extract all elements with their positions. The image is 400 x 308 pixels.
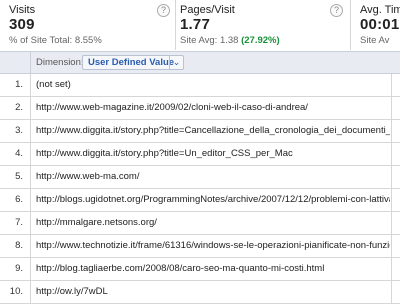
divider [391,189,392,211]
divider [391,97,392,119]
metric-avg-time: Avg. Tim 00:01 Site Av [351,0,400,50]
divider [30,52,31,73]
row-number: 1. [0,74,31,96]
table-row: 9. http://blog.tagliaerbe.com/2008/08/ca… [0,258,400,281]
table-row: 3. http://www.diggita.it/story.php?title… [0,120,400,143]
metric-pages-per-visit: Pages/Visit ? 1.77 Site Avg: 1.38 (27.92… [171,0,351,50]
metric-label: Visits [9,4,36,16]
row-number: 6. [0,189,31,211]
help-icon[interactable]: ? [157,4,170,17]
metric-sub-prefix: % of Site Total: [9,35,75,46]
table-row: 10. http://ow.ly/7wDL [0,281,400,304]
metric-value: 1.77 [180,16,210,33]
table-row: 7. http://mmalgare.netsons.org/ [0,212,400,235]
row-value[interactable]: http://www.web-magazine.it/2009/02/cloni… [36,97,390,119]
metrics-bar: Visits ? 309 % of Site Total: 8.55% Page… [0,0,400,50]
table-row: 5. http://www.web-ma.com/ [0,166,400,189]
metric-label: Avg. Tim [360,4,400,16]
row-number: 10. [0,281,31,303]
row-value[interactable]: http://www.diggita.it/story.php?title=Ca… [36,120,390,142]
divider [391,143,392,165]
metric-sub: Site Avg: 1.38 (27.92%) [180,35,280,46]
table-row: 6. http://blogs.ugidotnet.org/Programmin… [0,189,400,212]
metric-visits: Visits ? 309 % of Site Total: 8.55% [0,0,176,50]
help-icon[interactable]: ? [330,4,343,17]
divider [391,281,392,303]
row-value[interactable]: http://www.web-ma.com/ [36,166,390,188]
metric-sub: % of Site Total: 8.55% [9,35,102,46]
row-number: 7. [0,212,31,234]
row-value[interactable]: http://blog.tagliaerbe.com/2008/08/caro-… [36,258,390,280]
divider [391,258,392,280]
divider [391,212,392,234]
row-value[interactable]: http://blogs.ugidotnet.org/ProgrammingNo… [36,189,390,211]
metric-value: 00:01 [360,16,400,33]
row-number: 5. [0,166,31,188]
metric-value: 309 [9,16,35,33]
metric-sub-value: 8.55% [74,35,102,46]
metric-label: Pages/Visit [180,4,235,16]
row-value: (not set) [36,79,71,90]
row-number: 3. [0,120,31,142]
row-number: 2. [0,97,31,119]
metric-sub-prefix: Site Av [360,35,390,46]
table-row: 4. http://www.diggita.it/story.php?title… [0,143,400,166]
row-value[interactable]: http://mmalgare.netsons.org/ [36,212,390,234]
divider [391,235,392,257]
row-number: 9. [0,258,31,280]
metric-sub: Site Av [360,35,389,46]
row-number: 8. [0,235,31,257]
metric-sub-value: 1.38 [219,35,239,46]
row-number: 4. [0,143,31,165]
dimension-selected-value: User Defined Value [88,57,175,68]
metric-sub-prefix: Site Avg: [180,35,220,46]
row-value[interactable]: http://www.technotizie.it/frame/61316/wi… [36,235,390,257]
table-row: 2. http://www.web-magazine.it/2009/02/cl… [0,97,400,120]
divider [391,166,392,188]
divider [391,120,392,142]
chevron-down-icon[interactable]: ⌄ [169,55,183,70]
metric-sub-change: (27.92%) [241,35,280,46]
divider [391,74,392,96]
dimension-label: Dimension: [36,57,84,68]
row-value[interactable]: http://ow.ly/7wDL [36,281,390,303]
table-row: 1. (not set) [0,74,400,97]
dimension-bar: Dimension: User Defined Value ⌄ [0,51,400,74]
row-value[interactable]: http://www.diggita.it/story.php?title=Un… [36,143,390,165]
table-row: 8. http://www.technotizie.it/frame/61316… [0,235,400,258]
dimension-select[interactable]: User Defined Value ⌄ [82,55,184,70]
